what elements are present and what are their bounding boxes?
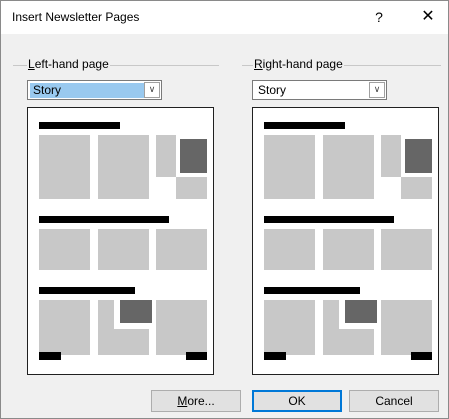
left-page-select-value: Story [30, 83, 144, 98]
heading-bar [264, 287, 360, 294]
right-page-select[interactable]: Story ∨ [252, 80, 387, 100]
left-hand-page-label: Left-hand page [27, 57, 110, 71]
picture-placeholder [180, 139, 207, 173]
picture-placeholder [405, 139, 432, 173]
close-button[interactable]: ✕ [413, 5, 443, 29]
text-block [264, 300, 315, 355]
left-hand-page-mnemonic: L [28, 57, 35, 71]
page-number-bar [186, 352, 207, 360]
text-block [39, 135, 90, 199]
page-number-bar [264, 352, 286, 360]
heading-bar [39, 122, 120, 129]
title-bar: Insert Newsletter Pages ? ✕ [1, 1, 448, 34]
text-wrap-cutout [156, 177, 176, 199]
page-number-bar [411, 352, 432, 360]
more-button-mnemonic: M [177, 394, 188, 408]
right-hand-page-label-text: ight-hand page [262, 57, 343, 71]
heading-bar [39, 287, 135, 294]
left-page-select[interactable]: Story ∨ [27, 80, 162, 100]
left-hand-page-label-text: eft-hand page [34, 57, 109, 71]
text-block [98, 135, 149, 199]
cancel-button[interactable]: Cancel [349, 390, 439, 412]
text-block [323, 229, 374, 270]
help-button[interactable]: ? [364, 5, 394, 29]
right-page-preview [252, 107, 439, 375]
text-block [323, 135, 374, 199]
right-hand-page-label: Right-hand page [253, 57, 344, 71]
chevron-down-icon[interactable]: ∨ [144, 82, 160, 98]
text-wrap-cutout [381, 177, 401, 199]
heading-bar [264, 216, 394, 223]
insert-newsletter-pages-dialog: Insert Newsletter Pages ? ✕ Left-hand pa… [0, 0, 449, 419]
right-hand-page-mnemonic: R [254, 57, 263, 71]
heading-bar [39, 216, 169, 223]
text-block [156, 229, 207, 270]
dialog-title: Insert Newsletter Pages [12, 10, 140, 24]
text-block [98, 229, 149, 270]
text-block [39, 229, 90, 270]
text-block [156, 300, 207, 355]
more-button[interactable]: More... [151, 390, 241, 412]
ok-button[interactable]: OK [252, 390, 342, 412]
text-block [264, 135, 315, 199]
picture-placeholder [120, 300, 152, 323]
more-button-label: ore... [187, 394, 215, 408]
heading-bar [264, 122, 345, 129]
picture-placeholder [345, 300, 377, 323]
left-page-preview [27, 107, 214, 375]
right-page-select-value: Story [258, 83, 287, 97]
text-block [264, 229, 315, 270]
text-block [381, 229, 432, 270]
text-block [381, 300, 432, 355]
page-number-bar [39, 352, 61, 360]
text-block [39, 300, 90, 355]
chevron-down-icon[interactable]: ∨ [369, 82, 385, 98]
